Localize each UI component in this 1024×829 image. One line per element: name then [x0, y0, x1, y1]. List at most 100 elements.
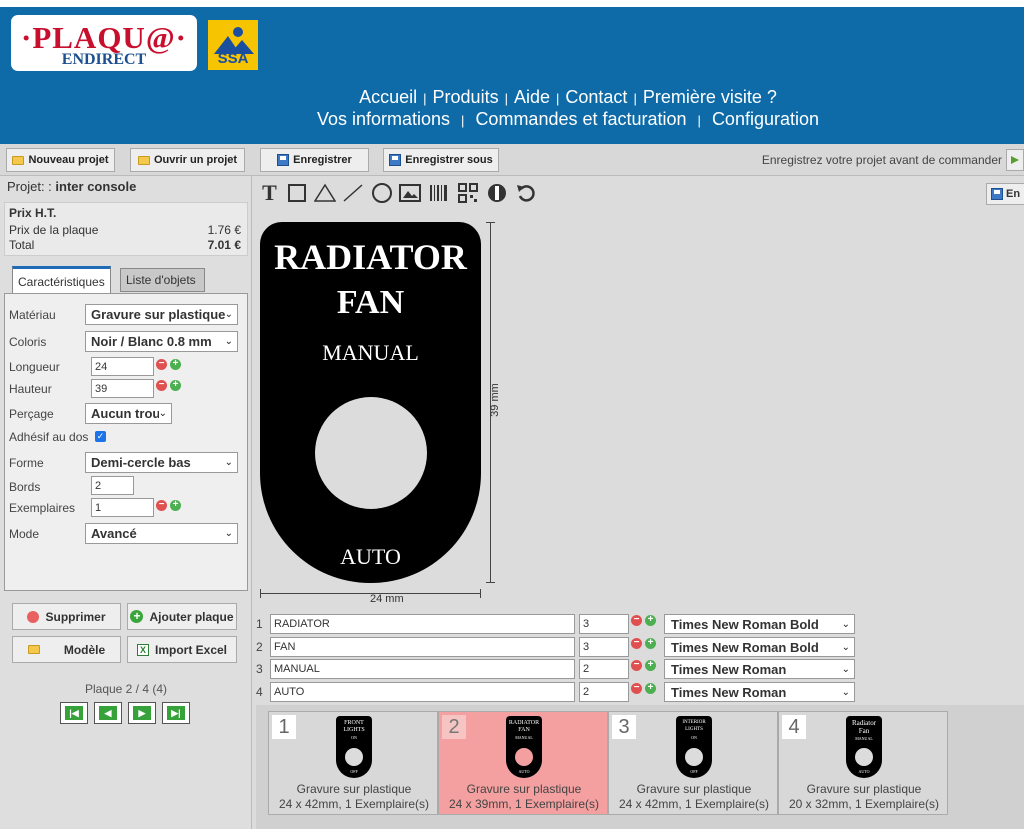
triangle-tool-icon[interactable] [313, 181, 336, 205]
drilling-select[interactable]: Aucun trou ⌄ [85, 403, 172, 424]
open-project-button[interactable]: Ouvrir un projet [130, 148, 245, 172]
text-input[interactable]: MANUAL [270, 659, 575, 679]
nav-produits[interactable]: Produits [433, 87, 499, 107]
plate-preview[interactable]: RADIATOR FAN MANUAL AUTO [260, 222, 481, 583]
thumbnail-text: OFF [350, 769, 358, 774]
thumbnail-hole [855, 748, 873, 766]
nav-configuration[interactable]: Configuration [712, 109, 819, 129]
plate-card[interactable]: 3 INTERIOR LIGHTS ON OFF Gravure sur pla… [608, 711, 778, 815]
text-input[interactable]: RADIATOR [270, 614, 575, 634]
nav-premiere-visite[interactable]: Première visite ? [643, 87, 777, 107]
prev-plate-button[interactable]: ◀ [94, 702, 122, 724]
last-plate-button[interactable]: ▶| [162, 702, 190, 724]
font-select[interactable]: Times New Roman ⌄ [664, 682, 855, 702]
save-button[interactable]: Enregistrer [260, 148, 369, 172]
plate-line-4[interactable]: AUTO [260, 544, 481, 570]
tab-objects[interactable]: Liste d'objets [120, 268, 205, 292]
decrease-size-icon[interactable]: − [631, 638, 642, 649]
increase-size-icon[interactable]: + [645, 638, 656, 649]
text-input[interactable]: AUTO [270, 682, 575, 702]
plate-line-3[interactable]: MANUAL [260, 340, 481, 366]
ssa-logo[interactable]: SSA [208, 20, 258, 70]
nav-commandes[interactable]: Commandes et facturation [475, 109, 686, 129]
shape-select[interactable]: Demi-cercle bas ⌄ [85, 452, 238, 473]
text-size-input[interactable]: 3 [579, 614, 629, 634]
folder-icon [137, 155, 150, 165]
first-plate-button[interactable]: |◀ [60, 702, 88, 724]
increase-height-icon[interactable]: + [170, 380, 181, 391]
decrease-size-icon[interactable]: − [631, 660, 642, 671]
increase-length-icon[interactable]: + [170, 359, 181, 370]
text-tool-icon[interactable]: T [258, 180, 281, 205]
decrease-size-icon[interactable]: − [631, 683, 642, 694]
increase-size-icon[interactable]: + [645, 615, 656, 626]
plate-card-size: 20 x 32mm, 1 Exemplaire(s) [788, 797, 940, 811]
mode-value: Avancé [91, 526, 137, 541]
rectangle-tool-icon[interactable] [285, 181, 308, 205]
template-button[interactable]: Modèle [12, 636, 121, 663]
increase-size-icon[interactable]: + [645, 660, 656, 671]
new-project-button[interactable]: Nouveau projet [6, 148, 115, 172]
plate-card-selected[interactable]: 2 RADIATOR FAN MANUAL AUTO Gravure sur p… [438, 711, 608, 815]
increase-copies-icon[interactable]: + [170, 500, 181, 511]
font-select[interactable]: Times New Roman Bold ⌄ [664, 614, 855, 634]
decrease-size-icon[interactable]: − [631, 615, 642, 626]
thumbnail-hole [515, 748, 533, 766]
nav-accueil[interactable]: Accueil [359, 87, 417, 107]
edges-input[interactable]: 2 [91, 476, 134, 495]
plaqu-logo[interactable]: ·PLAQU@· ENDIRECT [11, 15, 197, 71]
barcode-tool-icon[interactable] [427, 181, 450, 205]
circle-tool-icon[interactable] [370, 181, 393, 205]
order-arrow-button[interactable] [1006, 149, 1024, 171]
adhesive-checkbox[interactable]: ✓ [95, 431, 106, 442]
font-select[interactable]: Times New Roman Bold ⌄ [664, 637, 855, 657]
text-size-input[interactable]: 3 [579, 637, 629, 657]
plate-card[interactable]: 4 Radiator Fan MANUAL AUTO Gravure sur p… [778, 711, 948, 815]
decrease-copies-icon[interactable]: − [156, 500, 167, 511]
open-project-label: Ouvrir un projet [153, 154, 238, 166]
nav-aide[interactable]: Aide [514, 87, 550, 107]
chevron-down-icon: ⌄ [224, 528, 233, 539]
plate-line-1[interactable]: RADIATOR [260, 236, 481, 278]
nav-contact[interactable]: Contact [565, 87, 627, 107]
nav-vos-informations[interactable]: Vos informations [317, 109, 450, 129]
text-size-input[interactable]: 2 [579, 659, 629, 679]
height-input[interactable]: 39 [91, 379, 154, 398]
line-tool-icon[interactable] [341, 181, 364, 205]
undo-icon[interactable] [514, 181, 537, 205]
copies-input[interactable]: 1 [91, 498, 154, 517]
text-input[interactable]: FAN [270, 637, 575, 657]
next-plate-button[interactable]: ▶ [128, 702, 156, 724]
material-select[interactable]: Gravure sur plastique ⌄ [85, 304, 238, 325]
plate-price-value: 1.76 € [207, 223, 241, 237]
symbol-tool-icon[interactable] [485, 181, 508, 205]
save-as-button[interactable]: Enregistrer sous [383, 148, 499, 172]
qr-code-tool-icon[interactable] [456, 181, 479, 205]
decrease-height-icon[interactable]: − [156, 380, 167, 391]
first-page-icon: |◀ [65, 706, 83, 720]
color-label: Coloris [9, 335, 47, 349]
plate-line-2[interactable]: FAN [260, 284, 481, 322]
plate-card-description: Gravure sur plastique 24 x 39mm, 1 Exempl… [439, 782, 609, 812]
tab-characteristics[interactable]: Caractéristiques [12, 266, 111, 294]
import-excel-button[interactable]: X Import Excel [127, 636, 237, 663]
plate-pager-text: Plaque 2 / 4 (4) [84, 682, 168, 696]
text-size-input[interactable]: 2 [579, 682, 629, 702]
delete-label: Supprimer [45, 609, 106, 624]
decrease-length-icon[interactable]: − [156, 359, 167, 370]
plate-card-description: Gravure sur plastique 24 x 42mm, 1 Exempl… [269, 782, 439, 812]
mode-select[interactable]: Avancé ⌄ [85, 523, 238, 544]
save-secondary-button[interactable]: En [986, 183, 1024, 205]
next-page-icon: ▶ [133, 706, 151, 720]
color-select[interactable]: Noir / Blanc 0.8 mm ⌄ [85, 331, 238, 352]
increase-size-icon[interactable]: + [645, 683, 656, 694]
delete-button[interactable]: Supprimer [12, 603, 121, 630]
font-select[interactable]: Times New Roman ⌄ [664, 659, 855, 679]
price-header: Prix H.T. [9, 206, 57, 220]
add-plate-button[interactable]: + Ajouter plaque [127, 603, 237, 630]
image-tool-icon[interactable] [398, 181, 421, 205]
text-row-number: 1 [256, 617, 263, 631]
length-input[interactable]: 24 [91, 357, 154, 376]
nav-separator: | [423, 91, 427, 106]
plate-card[interactable]: 1 FRONT LIGHTS ON OFF Gravure sur plasti… [268, 711, 438, 815]
